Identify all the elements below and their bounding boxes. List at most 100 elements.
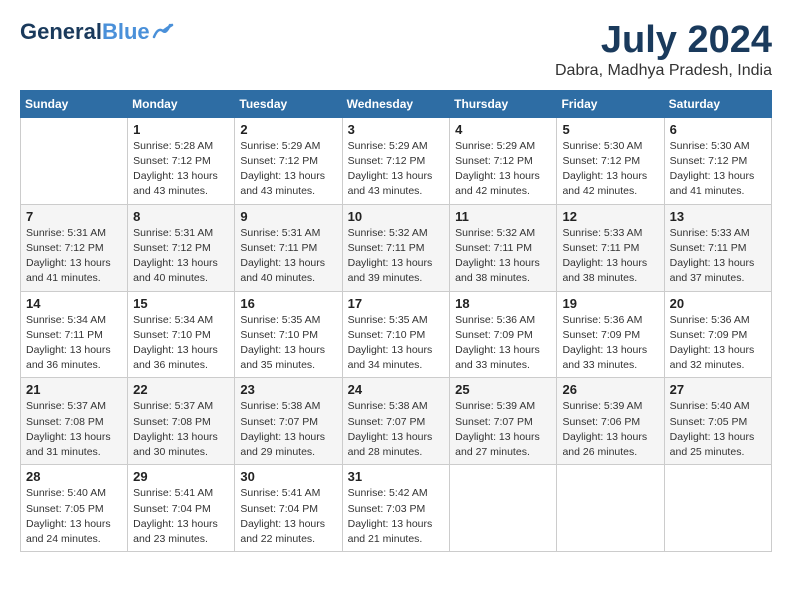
day-info: Sunrise: 5:39 AM Sunset: 7:07 PM Dayligh… [455, 399, 551, 460]
day-info: Sunrise: 5:40 AM Sunset: 7:05 PM Dayligh… [670, 399, 766, 460]
day-number: 29 [133, 469, 229, 484]
day-info: Sunrise: 5:38 AM Sunset: 7:07 PM Dayligh… [240, 399, 336, 460]
day-info: Sunrise: 5:41 AM Sunset: 7:04 PM Dayligh… [240, 486, 336, 547]
calendar-cell: 28Sunrise: 5:40 AM Sunset: 7:05 PM Dayli… [21, 465, 128, 552]
calendar-cell: 23 Sunrise: 5:38 AM Sunset: 7:07 PM Dayli… [235, 378, 342, 465]
day-number: 20 [670, 296, 766, 311]
day-info: Sunrise: 5:33 AM Sunset: 7:11 PM Dayligh… [670, 226, 766, 287]
day-info: Sunrise: 5:36 AM Sunset: 7:09 PM Dayligh… [670, 313, 766, 374]
header-monday: Monday [128, 90, 235, 117]
day-number: 23 [240, 382, 336, 397]
calendar-cell: 2 Sunrise: 5:29 AM Sunset: 7:12 PM Daylig… [235, 117, 342, 204]
day-info: Sunrise: 5:32 AM Sunset: 7:11 PM Dayligh… [455, 226, 551, 287]
calendar-cell: 27 Sunrise: 5:40 AM Sunset: 7:05 PM Dayli… [664, 378, 771, 465]
day-info: Sunrise: 5:32 AM Sunset: 7:11 PM Dayligh… [348, 226, 445, 287]
header-friday: Friday [557, 90, 664, 117]
calendar-cell: 29 Sunrise: 5:41 AM Sunset: 7:04 PM Dayli… [128, 465, 235, 552]
day-info: Sunrise: 5:30 AM Sunset: 7:12 PM Dayligh… [670, 139, 766, 200]
day-number: 31 [348, 469, 445, 484]
day-number: 30 [240, 469, 336, 484]
calendar-cell: 17 Sunrise: 5:35 AM Sunset: 7:10 PM Dayli… [342, 291, 450, 378]
calendar-cell: 13 Sunrise: 5:33 AM Sunset: 7:11 PM Dayli… [664, 204, 771, 291]
day-number: 1 [133, 122, 229, 137]
calendar-cell: 7 Sunrise: 5:31 AM Sunset: 7:12 PM Daylig… [21, 204, 128, 291]
day-number: 5 [562, 122, 658, 137]
header-thursday: Thursday [450, 90, 557, 117]
calendar-cell [557, 465, 664, 552]
header-wednesday: Wednesday [342, 90, 450, 117]
day-number: 12 [562, 209, 658, 224]
page-header: GeneralBlue July 2024 Dabra, Madhya Prad… [20, 20, 772, 80]
calendar-cell: 24Sunrise: 5:38 AM Sunset: 7:07 PM Dayli… [342, 378, 450, 465]
day-info: Sunrise: 5:39 AM Sunset: 7:06 PM Dayligh… [562, 399, 658, 460]
calendar-cell: 21Sunrise: 5:37 AM Sunset: 7:08 PM Dayli… [21, 378, 128, 465]
calendar-table: SundayMondayTuesdayWednesdayThursdayFrid… [20, 90, 772, 552]
calendar-cell: 1 Sunrise: 5:28 AM Sunset: 7:12 PM Daylig… [128, 117, 235, 204]
day-info: Sunrise: 5:42 AM Sunset: 7:03 PM Dayligh… [348, 486, 445, 547]
day-number: 18 [455, 296, 551, 311]
header-tuesday: Tuesday [235, 90, 342, 117]
day-number: 6 [670, 122, 766, 137]
title-area: July 2024 Dabra, Madhya Pradesh, India [555, 20, 772, 80]
day-number: 13 [670, 209, 766, 224]
day-number: 21 [26, 382, 122, 397]
day-number: 9 [240, 209, 336, 224]
calendar-cell [21, 117, 128, 204]
day-info: Sunrise: 5:35 AM Sunset: 7:10 PM Dayligh… [348, 313, 445, 374]
calendar-cell: 6 Sunrise: 5:30 AM Sunset: 7:12 PM Daylig… [664, 117, 771, 204]
day-info: Sunrise: 5:34 AM Sunset: 7:10 PM Dayligh… [133, 313, 229, 374]
calendar-cell: 15 Sunrise: 5:34 AM Sunset: 7:10 PM Dayli… [128, 291, 235, 378]
calendar-cell: 16 Sunrise: 5:35 AM Sunset: 7:10 PM Dayli… [235, 291, 342, 378]
week-row-5: 28Sunrise: 5:40 AM Sunset: 7:05 PM Dayli… [21, 465, 772, 552]
week-row-3: 14 Sunrise: 5:34 AM Sunset: 7:11 PM Dayli… [21, 291, 772, 378]
calendar-cell: 26 Sunrise: 5:39 AM Sunset: 7:06 PM Dayli… [557, 378, 664, 465]
day-info: Sunrise: 5:40 AM Sunset: 7:05 PM Dayligh… [26, 486, 122, 547]
day-info: Sunrise: 5:30 AM Sunset: 7:12 PM Dayligh… [562, 139, 658, 200]
calendar-cell: 31 Sunrise: 5:42 AM Sunset: 7:03 PM Dayli… [342, 465, 450, 552]
day-info: Sunrise: 5:34 AM Sunset: 7:11 PM Dayligh… [26, 313, 122, 374]
calendar-cell: 5 Sunrise: 5:30 AM Sunset: 7:12 PM Daylig… [557, 117, 664, 204]
day-number: 16 [240, 296, 336, 311]
day-number: 11 [455, 209, 551, 224]
day-number: 27 [670, 382, 766, 397]
week-row-4: 21 Sunrise: 5:37 AM Sunset: 7:08 PM Dayli… [21, 378, 772, 465]
calendar-cell: 8 Sunrise: 5:31 AM Sunset: 7:12 PM Daylig… [128, 204, 235, 291]
calendar-cell: 20 Sunrise: 5:36 AM Sunset: 7:09 PM Dayli… [664, 291, 771, 378]
location-title: Dabra, Madhya Pradesh, India [555, 62, 772, 80]
day-info: Sunrise: 5:36 AM Sunset: 7:09 PM Dayligh… [455, 313, 551, 374]
day-number: 15 [133, 296, 229, 311]
calendar-cell: 22Sunrise: 5:37 AM Sunset: 7:08 PM Dayli… [128, 378, 235, 465]
day-info: Sunrise: 5:31 AM Sunset: 7:12 PM Dayligh… [26, 226, 122, 287]
logo-text: GeneralBlue [20, 20, 150, 44]
day-number: 10 [348, 209, 445, 224]
day-number: 17 [348, 296, 445, 311]
calendar-cell: 11 Sunrise: 5:32 AM Sunset: 7:11 PM Dayli… [450, 204, 557, 291]
calendar-cell: 3 Sunrise: 5:29 AM Sunset: 7:12 PM Daylig… [342, 117, 450, 204]
day-info: Sunrise: 5:31 AM Sunset: 7:12 PM Dayligh… [133, 226, 229, 287]
header-row: SundayMondayTuesdayWednesdayThursdayFrid… [21, 90, 772, 117]
day-info: Sunrise: 5:41 AM Sunset: 7:04 PM Dayligh… [133, 486, 229, 547]
calendar-cell: 12Sunrise: 5:33 AM Sunset: 7:11 PM Dayli… [557, 204, 664, 291]
day-info: Sunrise: 5:35 AM Sunset: 7:10 PM Dayligh… [240, 313, 336, 374]
day-info: Sunrise: 5:37 AM Sunset: 7:08 PM Dayligh… [133, 399, 229, 460]
calendar-cell [450, 465, 557, 552]
calendar-cell: 4Sunrise: 5:29 AM Sunset: 7:12 PM Daylig… [450, 117, 557, 204]
day-number: 8 [133, 209, 229, 224]
day-info: Sunrise: 5:29 AM Sunset: 7:12 PM Dayligh… [348, 139, 445, 200]
day-number: 4 [455, 122, 551, 137]
day-info: Sunrise: 5:28 AM Sunset: 7:12 PM Dayligh… [133, 139, 229, 200]
day-number: 14 [26, 296, 122, 311]
week-row-2: 7 Sunrise: 5:31 AM Sunset: 7:12 PM Daylig… [21, 204, 772, 291]
calendar-cell: 19Sunrise: 5:36 AM Sunset: 7:09 PM Dayli… [557, 291, 664, 378]
day-info: Sunrise: 5:31 AM Sunset: 7:11 PM Dayligh… [240, 226, 336, 287]
day-number: 3 [348, 122, 445, 137]
day-number: 7 [26, 209, 122, 224]
calendar-cell: 18 Sunrise: 5:36 AM Sunset: 7:09 PM Dayli… [450, 291, 557, 378]
day-number: 25 [455, 382, 551, 397]
logo-icon [152, 23, 174, 41]
day-info: Sunrise: 5:29 AM Sunset: 7:12 PM Dayligh… [240, 139, 336, 200]
calendar-cell: 25 Sunrise: 5:39 AM Sunset: 7:07 PM Dayli… [450, 378, 557, 465]
day-number: 19 [562, 296, 658, 311]
day-number: 26 [562, 382, 658, 397]
day-number: 2 [240, 122, 336, 137]
